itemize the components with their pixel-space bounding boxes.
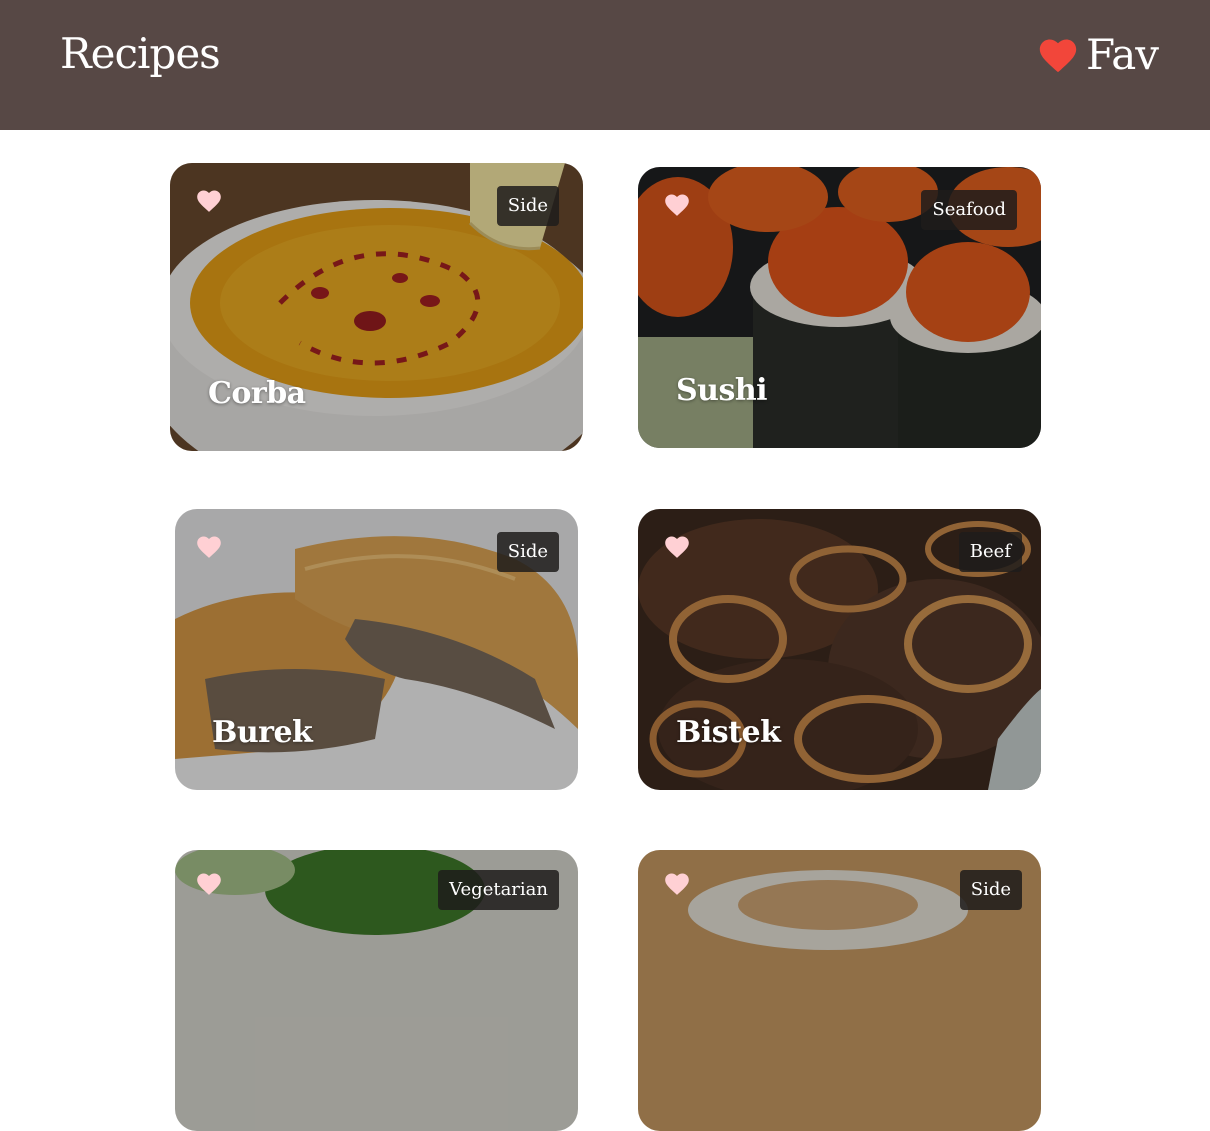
favorites-button[interactable]: Fav	[1036, 26, 1159, 82]
category-badge: Seafood	[921, 190, 1017, 230]
heart-icon[interactable]	[662, 870, 692, 896]
recipe-card[interactable]: Seafood Sushi	[638, 167, 1041, 448]
recipe-name: Bistek	[676, 715, 781, 750]
heart-icon[interactable]	[662, 191, 692, 217]
favorites-label: Fav	[1085, 29, 1159, 79]
category-badge: Side	[496, 186, 559, 226]
heart-icon	[1039, 39, 1077, 73]
recipe-name: Burek	[212, 715, 313, 750]
heart-icon[interactable]	[662, 533, 692, 559]
category-badge: Vegetarian	[438, 870, 559, 910]
recipe-card[interactable]: Side Burek	[175, 509, 578, 790]
heart-icon[interactable]	[194, 533, 224, 559]
heart-icon[interactable]	[194, 187, 224, 213]
category-badge: Side	[959, 870, 1022, 910]
recipe-name: Corba	[208, 376, 306, 411]
recipe-card[interactable]: Vegetarian	[175, 850, 578, 1131]
recipe-card[interactable]: Beef Bistek	[638, 509, 1041, 790]
heart-icon[interactable]	[194, 870, 224, 896]
recipe-card[interactable]: Side Corba	[170, 163, 583, 451]
recipe-card[interactable]: Side	[638, 850, 1041, 1131]
app-title: Recipes	[60, 29, 221, 78]
category-badge: Side	[496, 532, 559, 572]
recipe-name: Sushi	[676, 373, 768, 408]
app-header: Recipes Fav	[0, 0, 1210, 130]
category-badge: Beef	[958, 532, 1022, 572]
